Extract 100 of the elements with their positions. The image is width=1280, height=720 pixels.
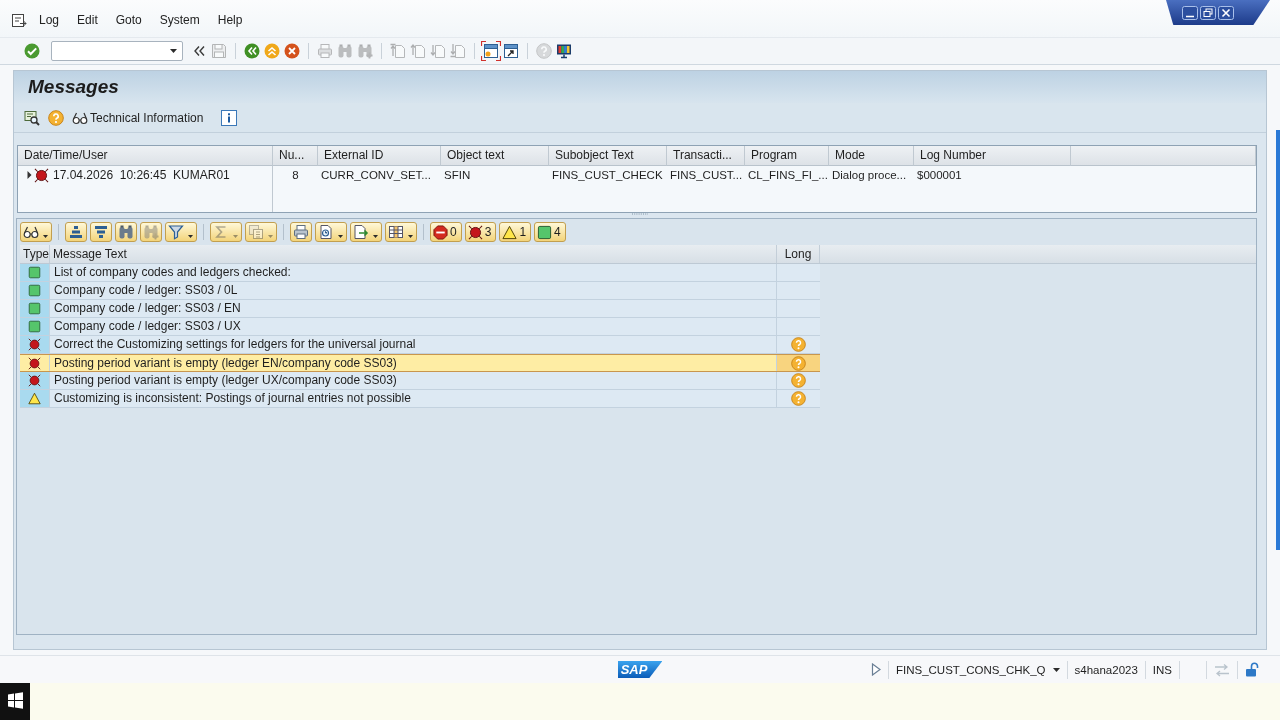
success-icon [28, 302, 41, 315]
expander-icon[interactable] [27, 171, 32, 179]
scrollbar-thumb[interactable] [1276, 130, 1280, 550]
menu-icon[interactable] [12, 13, 27, 27]
help-icon[interactable] [791, 391, 806, 406]
find-button[interactable] [115, 222, 137, 242]
layout-button[interactable] [385, 222, 417, 242]
server-name: s4hana2023 [1074, 663, 1138, 676]
help-icon[interactable] [791, 373, 806, 388]
monitor-icon[interactable] [556, 43, 572, 59]
help-icon[interactable] [48, 109, 64, 126]
column-header[interactable]: Date/Time/User [18, 146, 273, 166]
table-layout-icon [388, 224, 404, 240]
success-icon [28, 284, 41, 297]
sort-descending-icon [93, 224, 109, 240]
sort-descending-button[interactable] [90, 222, 112, 242]
sum-icon [213, 224, 229, 240]
error-icon [28, 374, 41, 387]
expand-icon[interactable] [870, 663, 881, 676]
error-icon [28, 338, 41, 351]
table-cell-text: FINS_CUST_CHECK [551, 168, 664, 183]
dropdown-caret-icon[interactable] [170, 49, 177, 53]
cancel-icon[interactable] [284, 43, 300, 59]
column-header[interactable]: External ID [318, 146, 441, 166]
menu-item[interactable]: Log [30, 11, 69, 29]
dropdown-caret-icon[interactable] [43, 235, 48, 238]
info-icon[interactable] [221, 109, 238, 126]
close-icon[interactable] [1218, 5, 1234, 20]
error-icon [467, 224, 483, 240]
column-header[interactable]: Transacti... [667, 146, 745, 166]
menu-item[interactable]: Help [208, 11, 252, 29]
table-cell-text: FINS_CUST... [669, 168, 744, 183]
menu-item[interactable]: System [150, 11, 209, 29]
dropdown-caret-icon[interactable] [338, 235, 343, 238]
magnifier-icon[interactable] [24, 109, 40, 126]
warning-icon [28, 392, 41, 405]
padlock-icon[interactable] [1245, 662, 1259, 677]
stop-count-button[interactable]: 0 [430, 222, 462, 242]
print-button[interactable] [290, 222, 312, 242]
binoculars-icon [118, 224, 134, 240]
printer-icon [293, 224, 309, 240]
back-icon[interactable] [244, 43, 260, 59]
minimize-icon[interactable] [1182, 5, 1198, 20]
warning-icon [502, 224, 518, 240]
warning-count-button[interactable]: 1 [499, 222, 532, 242]
dropdown-caret-icon[interactable] [373, 235, 378, 238]
column-header[interactable]: Nu... [273, 146, 318, 166]
splitter-handle[interactable] [631, 213, 649, 215]
dropdown-caret-icon[interactable] [408, 235, 413, 238]
new-window-icon[interactable] [503, 43, 519, 59]
error-icon [28, 356, 41, 370]
success-icon [537, 224, 553, 240]
double-chevron-icon[interactable] [193, 45, 205, 57]
sort-ascending-icon [68, 224, 84, 240]
session-info: FINS_CUST_CONS_CHK_Q [895, 663, 1046, 676]
dropdown-caret-icon[interactable] [1052, 667, 1060, 672]
sort-ascending-button[interactable] [65, 222, 87, 242]
column-header[interactable]: Program [745, 146, 829, 166]
logo: SAP [617, 661, 663, 678]
start-menu-icon[interactable] [0, 683, 30, 720]
column-header[interactable]: Object text [441, 146, 549, 166]
message-row[interactable]: Posting period variant is empty (ledger EN/company code SS03) [20, 354, 820, 372]
window-layout-icon[interactable] [481, 41, 501, 61]
help-icon[interactable] [791, 355, 806, 371]
stop-icon [433, 224, 448, 240]
table-cell-text: $000001 [916, 168, 963, 183]
filter-button[interactable] [165, 222, 197, 242]
command-field[interactable] [51, 41, 183, 61]
technical-information-button[interactable]: Technical Information [72, 109, 204, 126]
success-count-button[interactable]: 4 [534, 222, 566, 242]
arrows-icon [1214, 662, 1230, 677]
subtotal-icon [248, 224, 264, 240]
funnel-icon [168, 224, 184, 240]
menu-item[interactable]: Goto [106, 11, 151, 29]
binoculars-plus-icon [143, 224, 159, 240]
export-icon [353, 224, 369, 240]
details-button[interactable] [20, 222, 52, 242]
help-icon[interactable] [791, 337, 806, 352]
success-icon [28, 266, 41, 279]
column-header[interactable]: Subobject Text [549, 146, 667, 166]
check-icon[interactable] [24, 43, 40, 59]
error-icon [34, 167, 49, 183]
table-cell-text: CL_FINS_FI_... [747, 168, 829, 183]
export-button[interactable] [350, 222, 382, 242]
table-cell-text: 17.04.2026 10:26:45 KUMAR01 [53, 167, 230, 184]
dropdown-caret-icon[interactable] [188, 235, 193, 238]
table-cell-text: Dialog proce... [831, 168, 908, 183]
restore-icon[interactable] [1200, 5, 1216, 20]
menu-item[interactable]: Edit [68, 11, 107, 29]
column-header[interactable]: Type [20, 245, 50, 263]
column-header[interactable]: Log Number [914, 146, 1071, 166]
input-mode: INS [1152, 663, 1172, 676]
screen-title: Messages [28, 76, 119, 98]
column-header[interactable]: Message Text [50, 245, 777, 263]
error-count-button[interactable]: 3 [464, 222, 497, 242]
column-header[interactable]: Mode [829, 146, 914, 166]
column-header[interactable]: Long [777, 245, 820, 263]
view-button[interactable] [315, 222, 347, 242]
success-icon [28, 320, 41, 333]
document-view-icon [318, 224, 334, 240]
